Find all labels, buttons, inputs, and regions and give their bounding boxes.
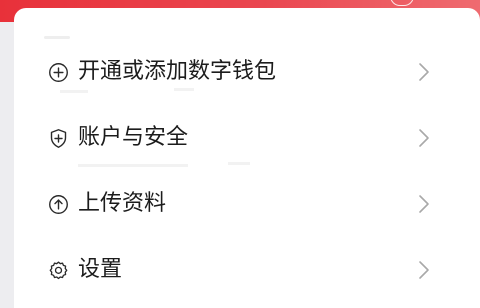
- menu-item-digital-wallet[interactable]: 开通或添加数字钱包: [14, 42, 480, 102]
- card-top-divider: [44, 36, 70, 39]
- menu-item-label: 开通或添加数字钱包: [78, 59, 277, 84]
- shield-icon: [50, 129, 67, 148]
- menu-item-account-security[interactable]: 账户与安全: [14, 108, 480, 168]
- gear-icon: [49, 261, 68, 280]
- banner-badge-edge: [390, 0, 414, 6]
- upload-arrow-icon: [49, 195, 68, 214]
- menu-card: 开通或添加数字钱包 账户与安全 上传资料 设置: [14, 8, 480, 308]
- plus-circle-icon: [49, 63, 68, 82]
- chevron-right-icon: [419, 195, 429, 213]
- menu-item-settings[interactable]: 设置: [14, 240, 480, 300]
- chevron-right-icon: [419, 63, 429, 81]
- menu-item-upload-documents[interactable]: 上传资料: [14, 174, 480, 234]
- chevron-right-icon: [419, 129, 429, 147]
- menu-item-label: 账户与安全: [78, 125, 189, 150]
- menu-item-label: 设置: [78, 257, 123, 282]
- chevron-right-icon: [419, 261, 429, 279]
- menu-item-label: 上传资料: [78, 191, 167, 216]
